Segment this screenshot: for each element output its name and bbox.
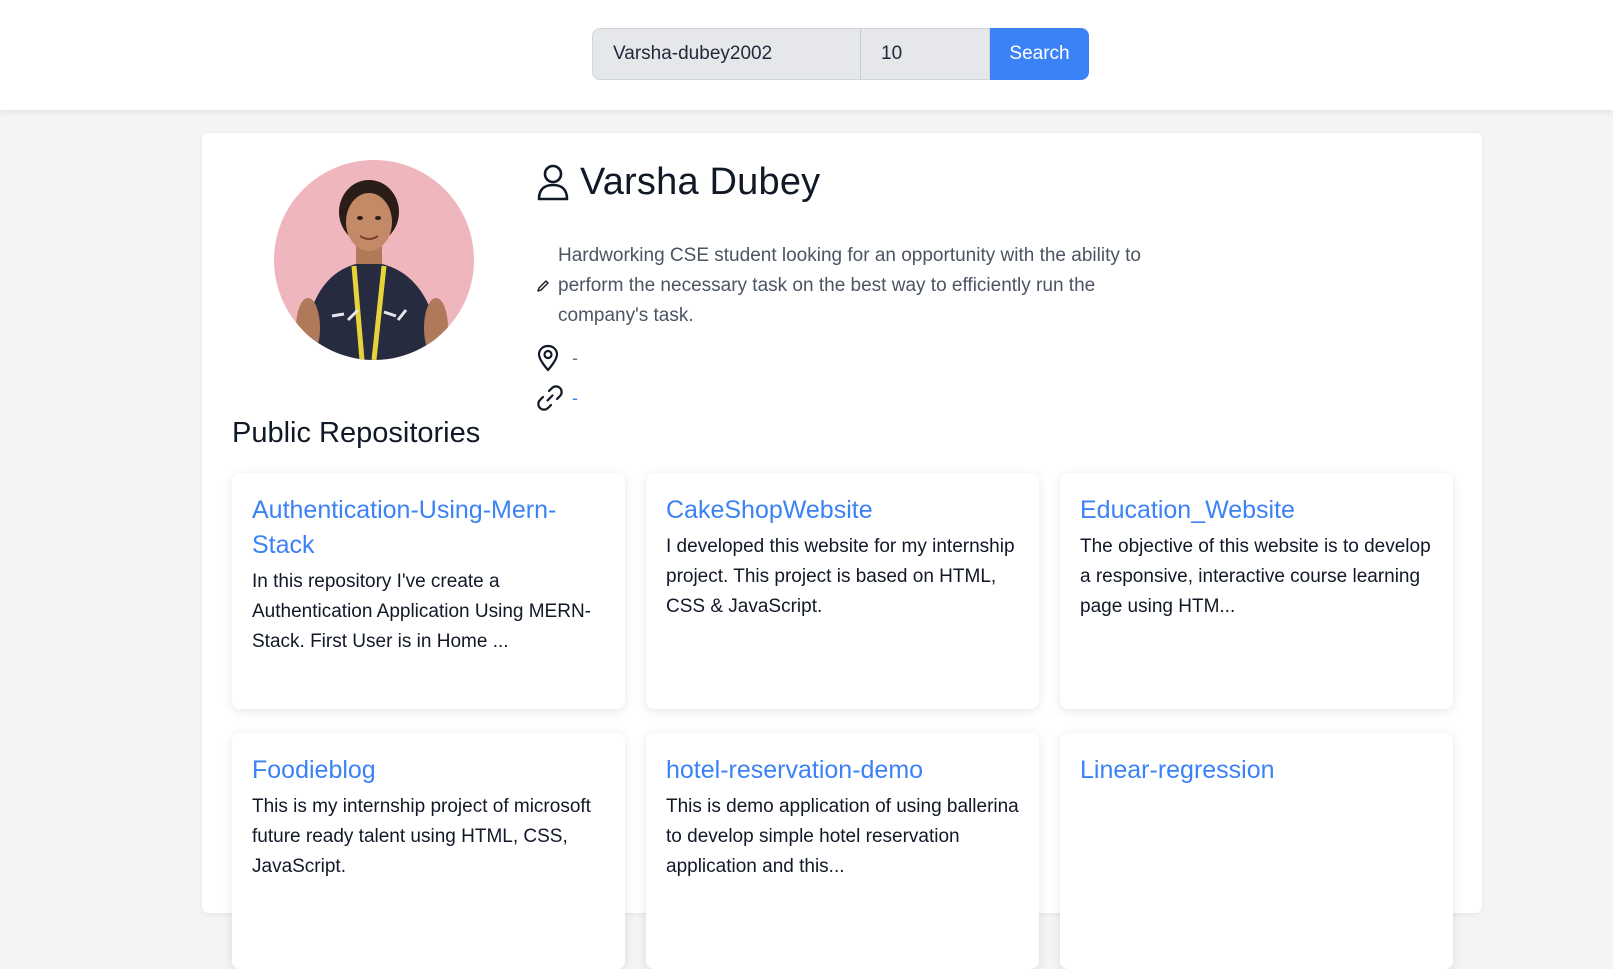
repo-link[interactable]: hotel-reservation-demo — [666, 753, 1019, 788]
pencil-icon — [537, 280, 549, 292]
repo-link[interactable]: Linear-regression — [1080, 753, 1433, 788]
website-link[interactable]: - — [572, 388, 578, 409]
user-icon — [537, 164, 569, 201]
repo-description: This is demo application of using baller… — [666, 796, 1019, 877]
top-bar: Search — [0, 0, 1613, 110]
repo-link[interactable]: Authentication-Using-Mern-Stack — [252, 493, 605, 563]
repo-description: The objective of this website is to deve… — [1080, 536, 1431, 617]
repo-card: hotel-reservation-demo This is demo appl… — [646, 733, 1039, 969]
username-input[interactable] — [592, 28, 860, 80]
repo-card: CakeShopWebsite I developed this website… — [646, 473, 1039, 709]
repo-link[interactable]: Foodieblog — [252, 753, 605, 788]
repo-count-input[interactable] — [860, 28, 990, 80]
profile-bio: Hardworking CSE student looking for an o… — [558, 245, 1141, 326]
repo-card: Education_Website The objective of this … — [1060, 473, 1453, 709]
repos-section-title: Public Repositories — [232, 417, 481, 449]
website-row: - — [536, 383, 578, 413]
repo-link[interactable]: CakeShopWebsite — [666, 493, 1019, 528]
avatar — [274, 160, 474, 360]
repo-link[interactable]: Education_Website — [1080, 493, 1433, 528]
repo-card: Authentication-Using-Mern-Stack In this … — [232, 473, 625, 709]
profile-name: Varsha Dubey — [580, 160, 821, 203]
bio-row: Hardworking CSE student looking for an o… — [536, 241, 1156, 331]
repo-card: Foodieblog This is my internship project… — [232, 733, 625, 969]
repo-description: This is my internship project of microso… — [252, 796, 591, 877]
repo-card: Linear-regression — [1060, 733, 1453, 969]
map-pin-icon — [537, 344, 559, 372]
name-row: Varsha Dubey — [536, 157, 820, 207]
link-icon — [537, 385, 563, 411]
profile-card: Varsha Dubey Hardworking CSE student loo… — [202, 133, 1482, 969]
profile-info: Varsha Dubey Hardworking CSE student loo… — [536, 157, 1141, 411]
location-value: - — [572, 347, 578, 368]
location-row: - — [536, 343, 578, 373]
search-form: Search — [592, 28, 1089, 80]
search-button[interactable]: Search — [990, 28, 1089, 80]
repo-description: In this repository I've create a Authent… — [252, 571, 592, 652]
repo-description: I developed this website for my internsh… — [666, 536, 1015, 617]
